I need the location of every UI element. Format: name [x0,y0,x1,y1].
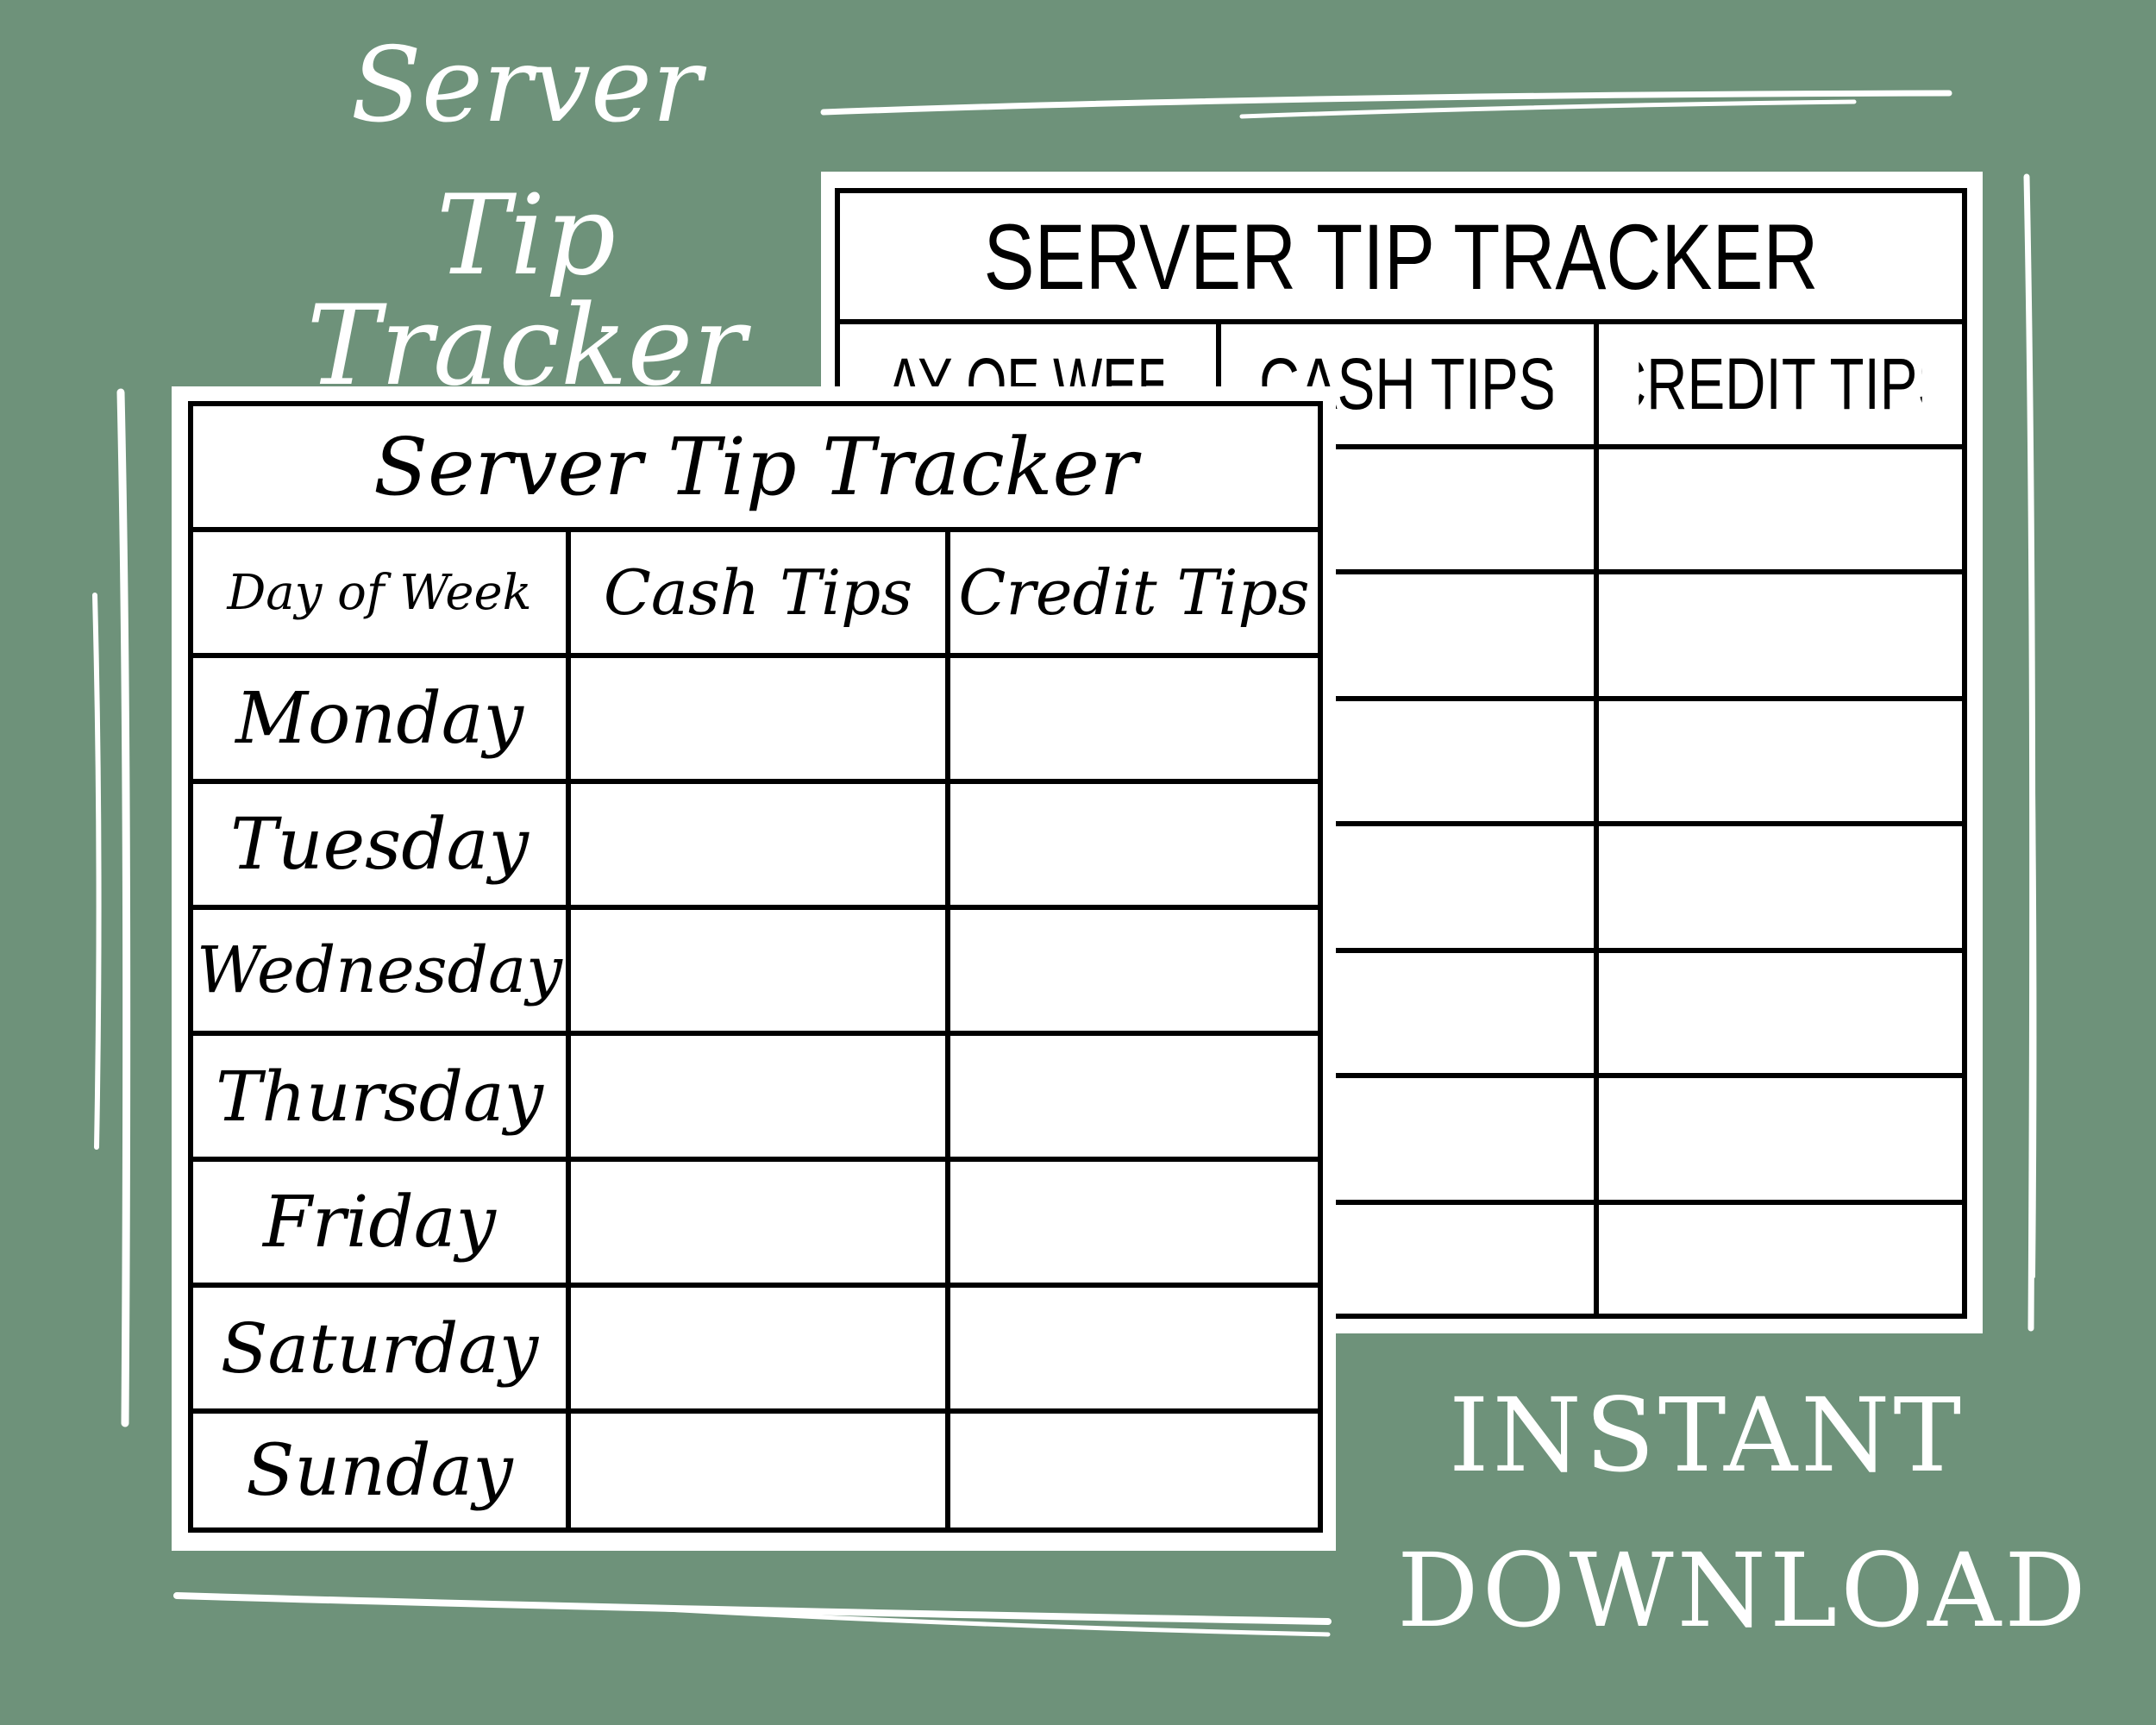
instant-download-line1: INSTANT [1449,1376,1965,1495]
cash-cell[interactable] [571,658,945,779]
back-header-credit: CREDIT TIPS [1639,343,1921,424]
day-label-sunday: Sunday [246,1429,513,1512]
front-header-credit: Credit Tips [958,556,1310,629]
cash-cell[interactable] [571,1288,945,1408]
credit-cell[interactable] [950,1036,1318,1157]
hero-title: Server Tip Tracker [224,34,828,402]
front-title: Server Tip Tracker [373,420,1138,513]
hero-title-line1: Server [350,26,702,146]
day-label-tuesday: Tuesday [230,803,529,886]
cash-cell[interactable] [571,784,945,905]
day-label-saturday: Saturday [220,1308,539,1389]
day-label-monday: Monday [235,677,523,760]
day-label-wednesday: Wednesday [197,933,562,1007]
back-title: SERVER TIP TRACKER [983,204,1819,309]
cash-cell[interactable] [571,1036,945,1157]
credit-cell[interactable] [950,784,1318,905]
cash-cell[interactable] [571,1414,945,1527]
cash-cell[interactable] [571,1162,945,1283]
credit-cell[interactable] [950,1162,1318,1283]
front-sheet: Server Tip Tracker Day of Week Cash Tips… [172,386,1336,1551]
day-label-thursday: Thursday [216,1056,543,1137]
back-col-divider [1594,319,1599,1314]
front-table: Server Tip Tracker Day of Week Cash Tips… [188,401,1323,1533]
front-header-cash: Cash Tips [603,556,913,629]
credit-cell[interactable] [950,658,1318,779]
day-label-friday: Friday [262,1181,497,1264]
hero-title-line2: Tip Tracker [306,172,746,411]
front-header-day: Day of Week [227,564,532,621]
instant-download-line2: DOWNLOAD [1397,1531,2090,1650]
credit-cell[interactable] [950,910,1318,1031]
credit-cell[interactable] [950,1414,1318,1527]
credit-cell[interactable] [950,1288,1318,1408]
cash-cell[interactable] [571,910,945,1031]
